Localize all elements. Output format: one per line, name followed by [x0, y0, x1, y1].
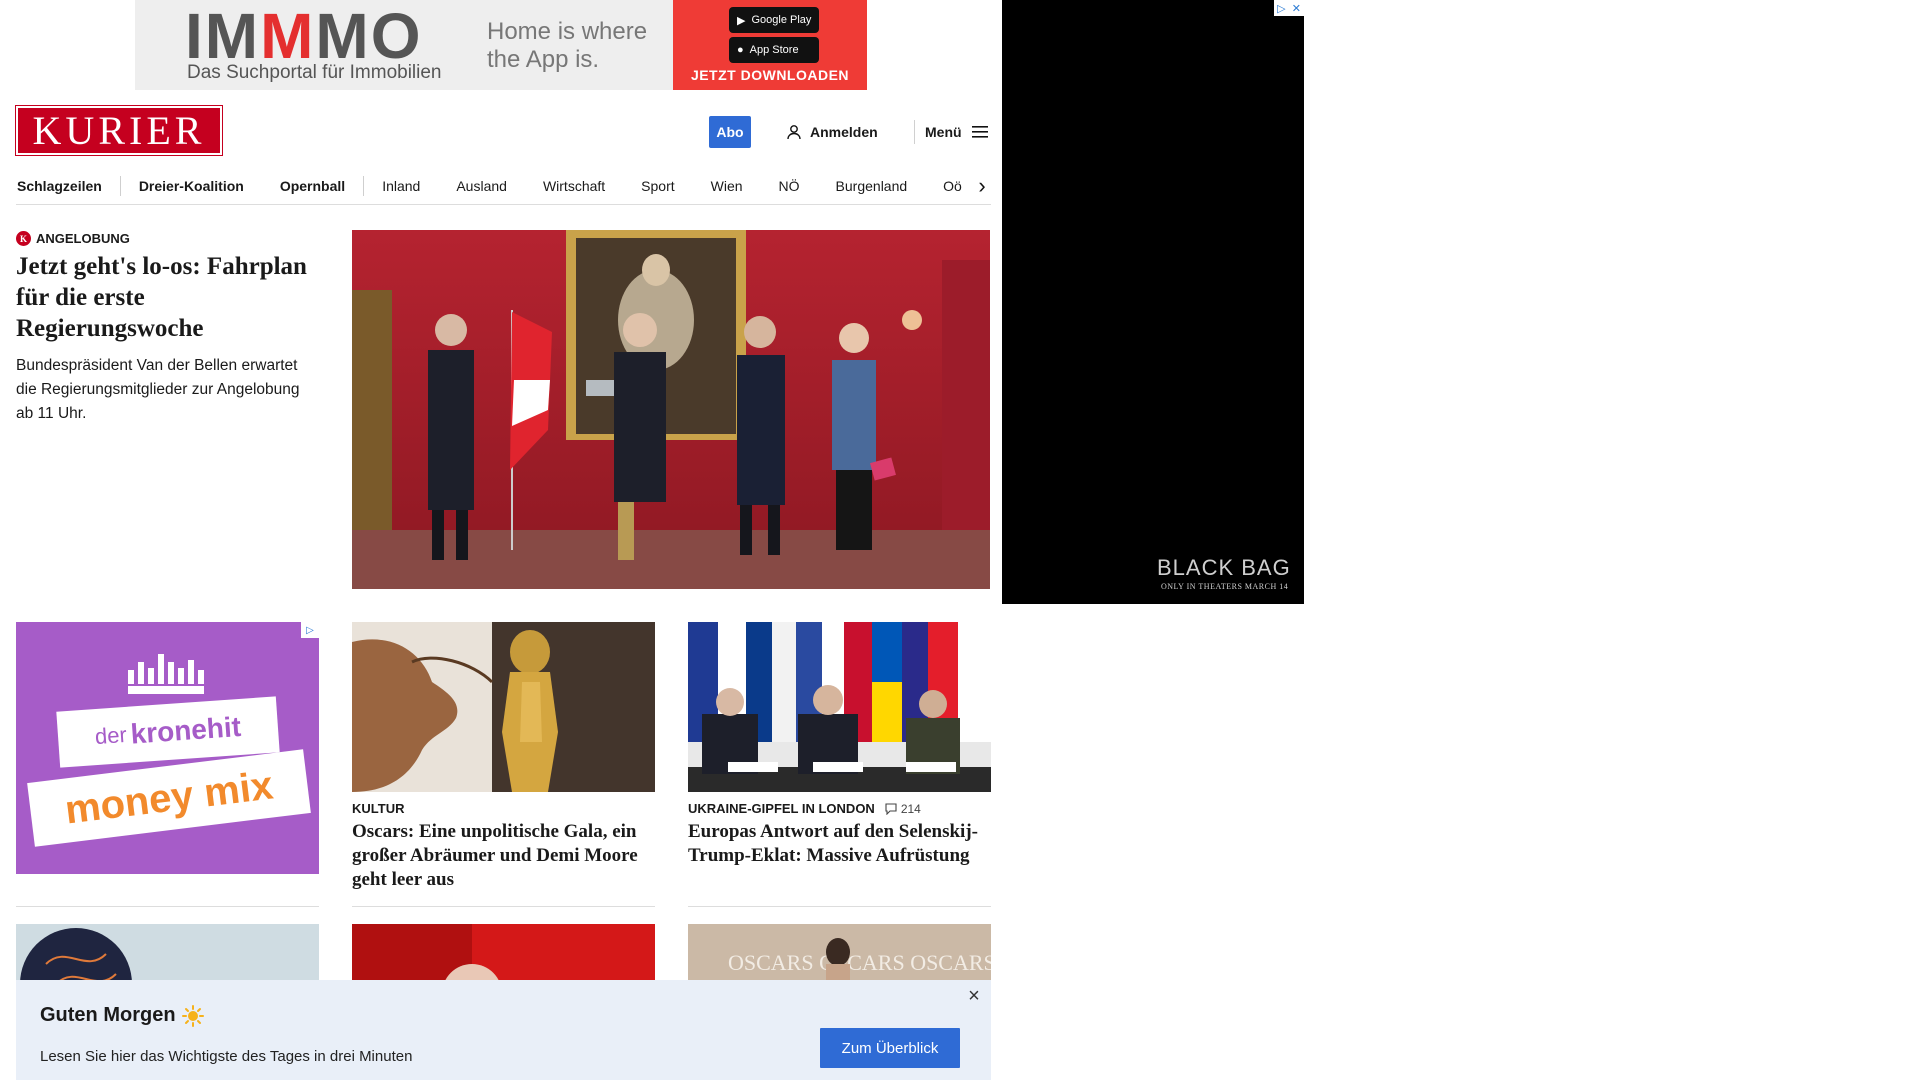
- toast-text: Lesen Sie hier das Wichtigste des Tages …: [40, 1048, 413, 1065]
- play-icon: ▶: [737, 14, 746, 27]
- ad-choices[interactable]: ▷ ✕: [1274, 0, 1304, 16]
- summit-kicker-label: Ukraine-Gipfel in London: [688, 801, 875, 816]
- comment-count-value: 214: [900, 801, 921, 816]
- adchoices-icon[interactable]: ▷: [1277, 2, 1285, 15]
- der-label: der: [94, 721, 128, 750]
- sun-icon: [181, 1004, 204, 1027]
- oscar-kicker[interactable]: Kultur: [352, 801, 404, 816]
- morning-briefing-toast: Guten Morgen Lesen Sie hier das Wichtigs…: [16, 980, 991, 1080]
- toast-title: Guten Morgen: [40, 1004, 204, 1027]
- comment-count[interactable]: 214: [885, 802, 921, 816]
- lead-kicker-label: Angelobung: [36, 231, 130, 246]
- nav-divider: [16, 204, 991, 205]
- row-divider: [688, 906, 991, 907]
- apple-icon: ●: [737, 44, 744, 56]
- comment-icon: [885, 802, 897, 815]
- row-divider: [16, 906, 319, 907]
- nav-item-opernball[interactable]: Opernball: [262, 178, 363, 194]
- summit-kicker[interactable]: Ukraine-Gipfel in London 214: [688, 801, 921, 816]
- menu-label: Menü: [925, 124, 962, 140]
- row-divider: [352, 906, 655, 907]
- top-banner-ad[interactable]: IMMMO Das Suchportal für Immobilien Home…: [135, 0, 867, 90]
- nav-item-burgenland[interactable]: Burgenland: [818, 178, 926, 194]
- side-ad-subtitle: ONLY IN THEATERS MARCH 14: [1161, 582, 1289, 591]
- oscar-headline[interactable]: Oscars: Eine unpolitische Gala, ein groß…: [352, 820, 657, 892]
- lead-photo[interactable]: [352, 230, 990, 589]
- app-store-label: App Store: [749, 44, 799, 56]
- section-nav: Schlagzeilen Dreier-Koalition Opernball …: [16, 168, 991, 204]
- oscars-wall-text: OSCARS OSCARS OSCARS: [728, 950, 991, 975]
- lead-photo-scene: [352, 230, 990, 589]
- summit-photo-scene: [688, 622, 991, 792]
- side-skyscraper-ad[interactable]: ▷ ✕ BLACK BAG ONLY IN THEATERS MARCH 14: [1002, 0, 1304, 604]
- nav-item-wien[interactable]: Wien: [693, 178, 761, 194]
- nav-item-noe[interactable]: NÖ: [761, 178, 818, 194]
- lead-kicker[interactable]: K Angelobung: [16, 231, 130, 246]
- toast-title-text: Guten Morgen: [40, 1004, 176, 1026]
- immmo-logo: IMMMO: [185, 0, 423, 72]
- login-button[interactable]: Anmelden: [786, 121, 878, 143]
- menu-button[interactable]: Menü: [925, 121, 990, 143]
- nav-item-ausland[interactable]: Ausland: [438, 178, 525, 194]
- crown-icon: [128, 654, 204, 694]
- close-icon[interactable]: ×: [964, 985, 984, 1007]
- summit-photo[interactable]: [688, 622, 991, 792]
- kronehit-ad[interactable]: ▷ der kronehit money mix: [16, 622, 319, 874]
- google-play-badge[interactable]: ▶ Google Play: [729, 7, 819, 33]
- header-divider: [914, 120, 915, 144]
- nav-item-sport[interactable]: Sport: [623, 178, 692, 194]
- oscar-photo[interactable]: [352, 622, 655, 792]
- ad-download-panel[interactable]: ▶ Google Play ● App Store JETZT DOWNLOADEN: [673, 0, 867, 90]
- nav-scroll-right-icon[interactable]: ›: [972, 168, 992, 204]
- side-ad-title: BLACK BAG: [1157, 555, 1291, 580]
- kurier-k-icon: K: [16, 231, 31, 246]
- app-store-badge[interactable]: ● App Store: [729, 37, 819, 63]
- zum-ueberblick-button[interactable]: Zum Überblick: [820, 1028, 960, 1068]
- adchoices-icon[interactable]: ▷: [301, 622, 319, 638]
- lead-teaser[interactable]: Bundespräsident Van der Bellen erwartet …: [16, 354, 321, 426]
- user-icon: [787, 125, 801, 140]
- summit-headline[interactable]: Europas Antwort auf den Selenskij-Trump-…: [688, 820, 993, 868]
- kurier-logo[interactable]: KURIER: [15, 105, 223, 156]
- hamburger-icon: [971, 126, 988, 138]
- kronehit-wordmark: kronehit: [129, 710, 242, 750]
- nav-item-schlagzeilen[interactable]: Schlagzeilen: [16, 178, 120, 194]
- nav-item-inland[interactable]: Inland: [364, 178, 438, 194]
- ad-tagline: Das Suchportal für Immobilien: [187, 62, 442, 83]
- lead-headline[interactable]: Jetzt geht's lo-os: Fahrplan für die ers…: [16, 251, 316, 344]
- ad-cta[interactable]: JETZT DOWNLOADEN: [673, 67, 867, 83]
- oscar-photo-scene: [352, 622, 655, 792]
- nav-item-dreier-koalition[interactable]: Dreier-Koalition: [121, 178, 262, 194]
- login-label: Anmelden: [810, 124, 878, 140]
- ad-slogan: Home is where the App is.: [487, 18, 648, 73]
- nav-item-wirtschaft[interactable]: Wirtschaft: [525, 178, 623, 194]
- abo-button[interactable]: Abo: [709, 116, 751, 148]
- google-play-label: Google Play: [751, 14, 812, 26]
- close-icon[interactable]: ✕: [1292, 2, 1301, 15]
